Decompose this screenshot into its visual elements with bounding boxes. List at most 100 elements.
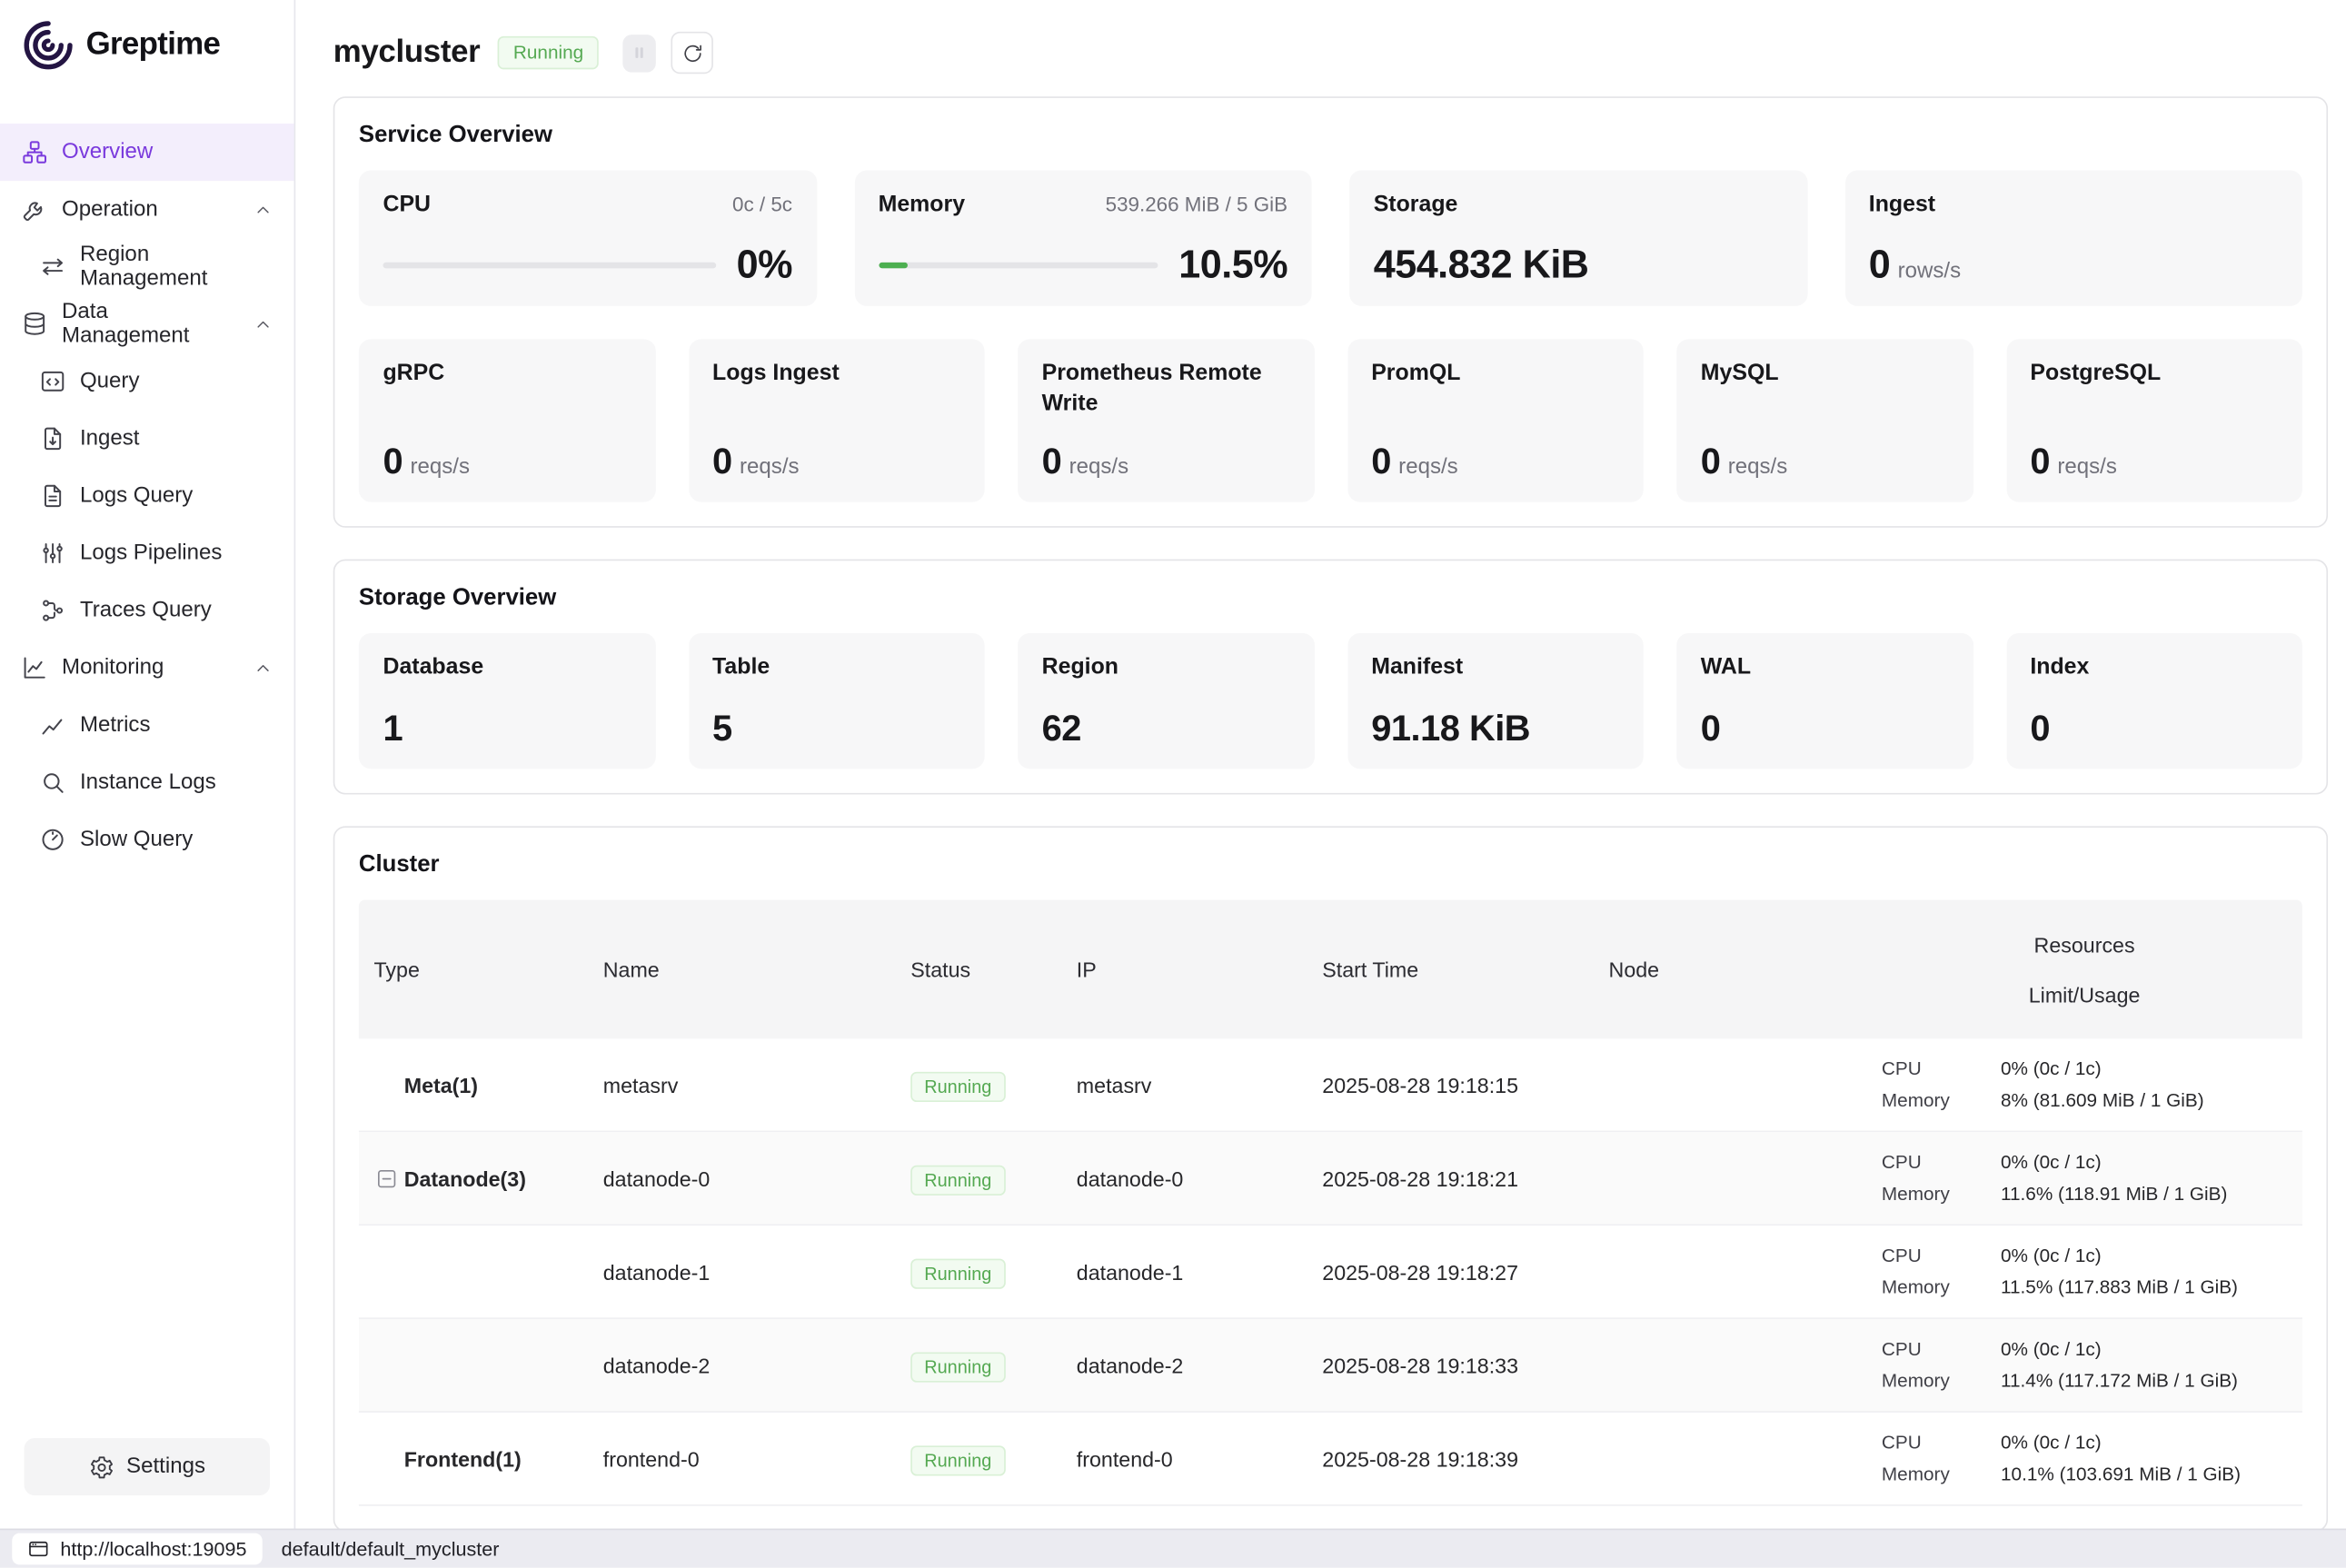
tree-branch-icon: [39, 597, 66, 624]
chevron-up-icon: [253, 200, 273, 220]
sidebar-item-operation[interactable]: Operation: [0, 181, 294, 238]
service-stats-row: CPU 0c / 5c 0% Memory 539.266 MiB / 5 Gi…: [359, 171, 2302, 306]
cpu-limit: 0c / 5c: [732, 193, 792, 215]
node-resources: CPU0% (0c / 1c) Memory11.6% (118.91 MiB …: [1866, 1147, 2302, 1209]
node-resources: CPU0% (0c / 1c) Memory10.1% (103.691 MiB…: [1866, 1427, 2302, 1489]
stat-label: Region: [1042, 653, 1290, 684]
column-header-name: Name: [588, 900, 896, 1039]
node-ip: datanode-2: [1061, 1353, 1307, 1377]
page-header: mycluster Running: [333, 27, 2328, 78]
connection-url-text: http://localhost:19095: [60, 1538, 246, 1561]
status-bar: http://localhost:19095 default/default_m…: [0, 1529, 2346, 1568]
brand-name: Greptime: [86, 27, 221, 64]
stat-value: 0: [1701, 709, 1949, 750]
memory-usage: 10.1% (103.691 MiB / 1 GiB): [2001, 1459, 2287, 1489]
sidebar-item-slow-query[interactable]: Slow Query: [0, 811, 294, 868]
table-row: Meta(1) metasrv Running metasrv 2025-08-…: [359, 1038, 2302, 1132]
sidebar-item-label: Logs Query: [80, 484, 193, 509]
node-type: Datanode(3): [404, 1166, 526, 1191]
stat-label: WAL: [1701, 653, 1949, 684]
table-row: datanode-2 Running datanode-2 2025-08-28…: [359, 1319, 2302, 1413]
stat-value: 0: [2030, 709, 2278, 750]
sidebar-item-data-management[interactable]: Data Management: [0, 295, 294, 352]
stat-unit: reqs/s: [1398, 455, 1458, 480]
stat-value: 0: [1371, 442, 1391, 482]
connection-url[interactable]: http://localhost:19095: [12, 1533, 262, 1565]
sidebar-item-logs-query[interactable]: Logs Query: [0, 467, 294, 524]
stat-label: Manifest: [1371, 653, 1619, 684]
refresh-button[interactable]: [671, 32, 712, 74]
cluster-card: Cluster Type Name Status IP Start Time N…: [333, 826, 2328, 1528]
memory-label: Memory: [1882, 1459, 2001, 1489]
column-header-resources: Resources Limit/Usage: [1866, 900, 2302, 1039]
storage-stat-wal: WAL 0: [1676, 633, 1973, 769]
stat-label: Ingest: [1869, 190, 1935, 221]
cpu-progress-bar: [383, 262, 715, 268]
sidebar-item-label: Region Management: [80, 243, 273, 291]
gear-icon: [89, 1454, 114, 1479]
sidebar-item-logs-pipelines[interactable]: Logs Pipelines: [0, 524, 294, 581]
memory-progress-bar: [879, 262, 1158, 268]
storage-stat-card: Storage 454.832 KiB: [1349, 171, 1807, 306]
sidebar-item-label: Slow Query: [80, 828, 193, 852]
memory-usage: 11.4% (117.172 MiB / 1 GiB): [2001, 1365, 2287, 1395]
table-row: Datanode(3) datanode-0 Running datanode-…: [359, 1132, 2302, 1226]
stat-value: 5: [712, 709, 960, 750]
sidebar-item-label: Query: [80, 370, 140, 394]
cpu-label: CPU: [1882, 1427, 2001, 1457]
sidebar-item-region-management[interactable]: Region Management: [0, 238, 294, 295]
stat-value: 91.18 KiB: [1371, 709, 1619, 750]
resources-header-label: Resources: [2034, 932, 2135, 957]
sidebar-item-monitoring[interactable]: Monitoring: [0, 640, 294, 697]
cpu-usage: 0% (0c / 1c): [2001, 1147, 2287, 1177]
node-resources: CPU0% (0c / 1c) Memory8% (81.609 MiB / 1…: [1866, 1054, 2302, 1116]
protocol-stat-card-mysql: MySQL 0reqs/s: [1676, 339, 1973, 501]
document-lines-icon: [39, 482, 66, 510]
memory-label: Memory: [1882, 1273, 2001, 1303]
stat-label: Prometheus Remote Write: [1042, 359, 1290, 420]
stat-label: Storage: [1374, 190, 1458, 221]
collapse-minus-icon[interactable]: [375, 1166, 398, 1189]
memory-percent: 10.5%: [1178, 242, 1287, 288]
status-badge: Running: [498, 36, 598, 70]
column-header-ip: IP: [1061, 900, 1307, 1039]
chevron-up-icon: [253, 658, 273, 678]
storage-stat-index: Index 0: [2006, 633, 2302, 769]
node-ip: datanode-1: [1061, 1259, 1307, 1284]
code-window-icon: [39, 368, 66, 395]
sidebar-item-query[interactable]: Query: [0, 352, 294, 410]
node-start-time: 2025-08-28 19:18:33: [1307, 1353, 1594, 1377]
memory-limit: 539.266 MiB / 5 GiB: [1106, 193, 1287, 215]
sidebar-item-overview[interactable]: Overview: [0, 124, 294, 181]
status-badge: Running: [910, 1258, 1005, 1288]
node-name: datanode-1: [588, 1259, 896, 1284]
pause-icon: [631, 44, 649, 62]
sidebar-item-label: Traces Query: [80, 599, 212, 623]
storage-stat-database: Database 1: [359, 633, 655, 769]
stat-label: Database: [383, 653, 631, 684]
pause-button[interactable]: [622, 34, 656, 71]
swap-arrows-icon: [39, 253, 66, 281]
memory-label: Memory: [1882, 1365, 2001, 1395]
cpu-label: CPU: [1882, 1054, 2001, 1084]
sidebar-item-instance-logs[interactable]: Instance Logs: [0, 754, 294, 811]
gauge-icon: [39, 826, 66, 853]
sidebar-item-metrics[interactable]: Metrics: [0, 697, 294, 754]
document-arrow-icon: [39, 425, 66, 452]
storage-stats-row: Database 1 Table 5 Region 62 Manifest 91…: [359, 633, 2302, 769]
node-start-time: 2025-08-28 19:18:15: [1307, 1073, 1594, 1097]
service-overview-title: Service Overview: [359, 122, 2302, 149]
status-badge: Running: [910, 1445, 1005, 1475]
settings-button[interactable]: Settings: [25, 1438, 270, 1495]
sidebar-item-ingest[interactable]: Ingest: [0, 410, 294, 467]
stat-unit: reqs/s: [410, 455, 470, 480]
column-header-type: Type: [359, 900, 588, 1039]
sidebar-item-traces-query[interactable]: Traces Query: [0, 582, 294, 640]
current-database: default/default_mycluster: [282, 1538, 500, 1561]
sidebar-item-label: Overview: [62, 140, 153, 164]
wrench-icon: [21, 196, 48, 223]
memory-stat-card: Memory 539.266 MiB / 5 GiB 10.5%: [854, 171, 1312, 306]
database-icon: [21, 311, 48, 338]
column-header-node: Node: [1594, 900, 1866, 1039]
cpu-label: CPU: [1882, 1147, 2001, 1177]
